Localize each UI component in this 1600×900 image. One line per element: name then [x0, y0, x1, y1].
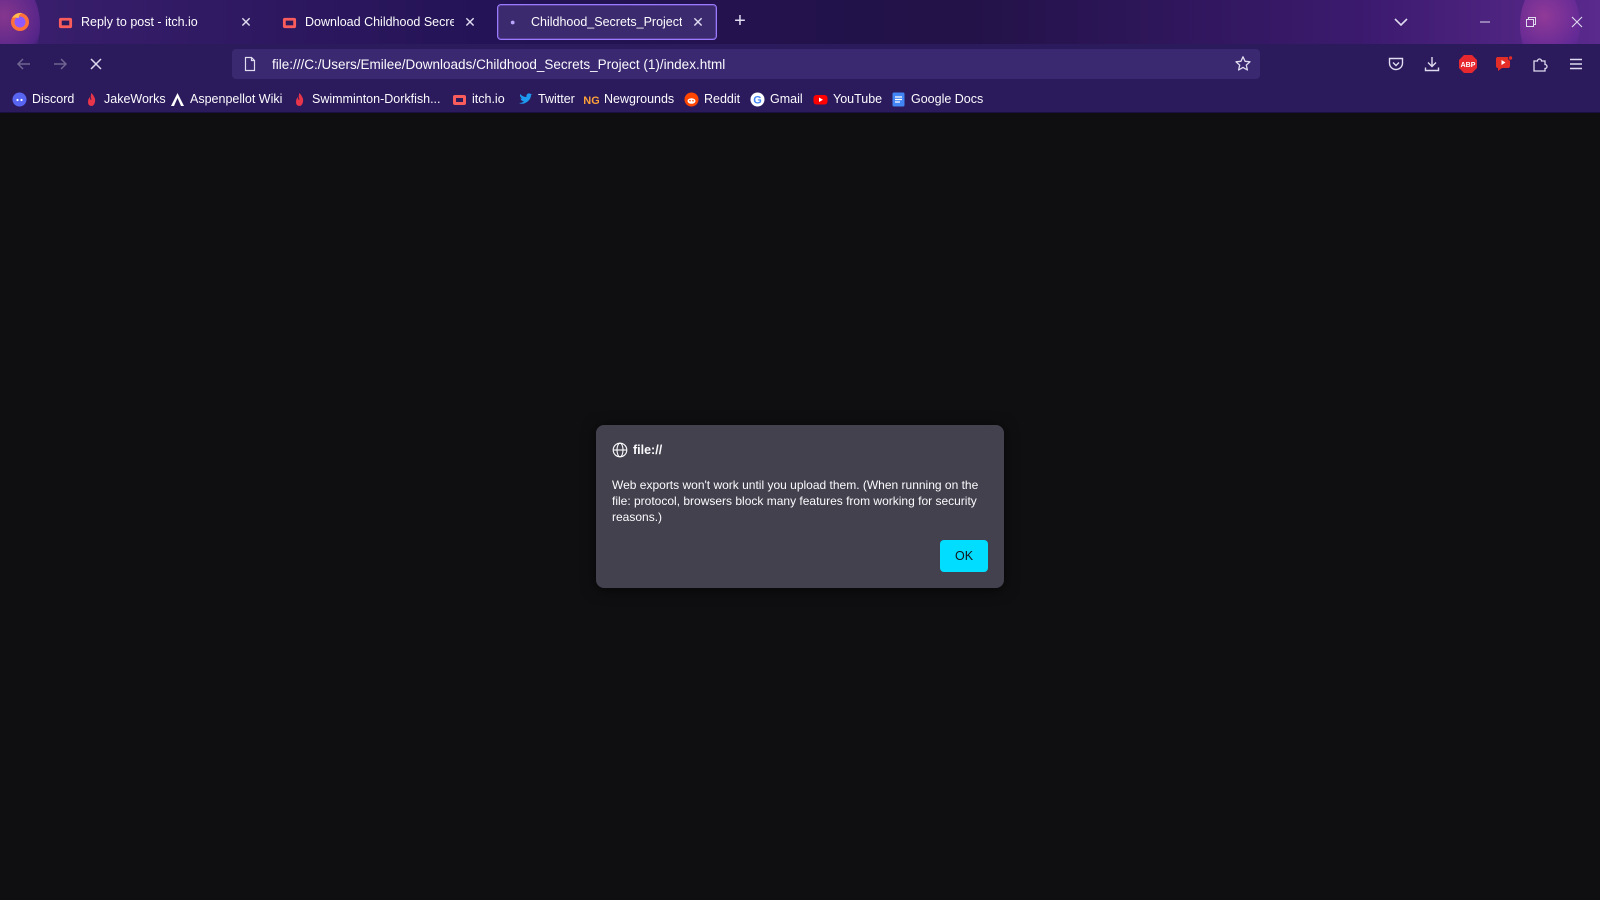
dialog-message: Web exports won't work until you upload … [612, 478, 979, 524]
tab-title: Reply to post - itch.io [81, 15, 198, 29]
tab-childhood-secrets-project[interactable]: Childhood_Secrets_Project ✕ [497, 4, 717, 40]
navigation-toolbar: file:///C:/Users/Emilee/Downloads/Childh… [0, 44, 1600, 84]
forward-arrow-icon [54, 58, 68, 70]
youtube-extension-button[interactable] [1494, 54, 1514, 74]
bookmarks-toolbar: Discord JakeWorks Aspenpellot Wiki Swimm… [0, 84, 1600, 113]
bookmark-label: Aspenpellot Wiki [190, 92, 283, 106]
address-bar[interactable]: file:///C:/Users/Emilee/Downloads/Childh… [232, 49, 1260, 79]
tab-download-childhood-secrets[interactable]: Download Childhood Secrets by ✕ [272, 4, 488, 40]
back-arrow-icon [16, 58, 30, 70]
stop-loading-button[interactable] [84, 52, 108, 76]
dialog-origin: file:// [612, 442, 662, 458]
bookmark-label: Twitter [538, 92, 575, 106]
tab-title: Download Childhood Secrets by [305, 15, 454, 29]
bookmark-label: itch.io [472, 92, 505, 106]
globe-icon [612, 442, 628, 458]
youtube-extension-icon [1496, 55, 1514, 71]
bookmark-label: Newgrounds [604, 92, 675, 106]
bookmark-label: Gmail [770, 92, 803, 106]
minimize-button[interactable] [1462, 0, 1508, 44]
itchio-icon [282, 17, 297, 28]
bookmark-swimminton-dorkfish[interactable]: Swimminton-Dorkfish... [292, 90, 441, 108]
wiki-a-icon [170, 92, 185, 107]
discord-icon [12, 92, 27, 107]
bookmark-discord[interactable]: Discord [12, 90, 74, 108]
flame-icon [292, 92, 307, 107]
close-tab-icon[interactable]: ✕ [238, 14, 254, 30]
twitter-icon [518, 92, 533, 107]
bookmark-aspenpellot-wiki[interactable]: Aspenpellot Wiki [170, 90, 282, 108]
close-tab-icon[interactable]: ✕ [690, 14, 706, 30]
stop-icon [90, 58, 102, 70]
bookmark-google-docs[interactable]: Google Docs [891, 90, 983, 108]
puzzle-icon [1533, 58, 1548, 72]
tab-strip: Reply to post - itch.io ✕ Download Child… [0, 0, 1600, 44]
url-text: file:///C:/Users/Emilee/Downloads/Childh… [272, 56, 726, 72]
bookmark-reddit[interactable]: Reddit [684, 90, 740, 108]
bookmark-star-icon[interactable] [1234, 55, 1252, 73]
flame-icon [84, 92, 99, 107]
chevron-down-icon[interactable] [1392, 13, 1410, 31]
pocket-icon [1388, 57, 1404, 71]
loading-dot-icon [510, 20, 515, 24]
app-menu-button[interactable] [1566, 54, 1586, 74]
itchio-icon [452, 92, 467, 107]
close-tab-icon[interactable]: ✕ [462, 14, 478, 30]
pocket-button[interactable] [1386, 54, 1406, 74]
downloads-button[interactable] [1422, 54, 1442, 74]
tab-title: Childhood_Secrets_Project [531, 15, 682, 29]
svg-text:G: G [753, 94, 762, 106]
adblock-icon: ABP [1459, 55, 1477, 73]
dialog-origin-text: file:// [633, 443, 663, 457]
bookmark-gmail[interactable]: G Gmail [750, 90, 803, 108]
adblock-label: ABP [1461, 62, 1476, 69]
bookmark-label: YouTube [833, 92, 883, 106]
bookmark-label: JakeWorks [104, 92, 166, 106]
google-docs-icon [891, 92, 906, 107]
restore-icon [1526, 17, 1536, 27]
tab-reply-to-post[interactable]: Reply to post - itch.io ✕ [48, 4, 264, 40]
bookmark-newgrounds[interactable]: NG Newgrounds [584, 90, 674, 108]
firefox-icon[interactable] [8, 10, 32, 34]
bookmark-label: Google Docs [911, 92, 984, 106]
svg-text:NG: NG [584, 95, 599, 107]
minimize-icon [1480, 21, 1490, 23]
forward-button[interactable] [48, 52, 72, 76]
bookmark-label: Discord [32, 92, 75, 106]
google-icon: G [750, 92, 765, 107]
newgrounds-icon: NG [584, 92, 599, 107]
download-icon [1424, 57, 1440, 72]
bookmark-jakeworks[interactable]: JakeWorks [84, 90, 166, 108]
itchio-icon [58, 17, 73, 28]
alert-dialog: file:// Web exports won't work until you… [596, 425, 1004, 588]
bookmark-itchio[interactable]: itch.io [452, 90, 505, 108]
close-icon [1571, 16, 1583, 28]
reddit-icon [684, 92, 699, 107]
new-tab-icon[interactable]: + [730, 11, 750, 32]
bookmark-label: Swimminton-Dorkfish... [312, 92, 441, 106]
youtube-icon [813, 92, 828, 107]
restore-button[interactable] [1508, 0, 1554, 44]
bookmark-twitter[interactable]: Twitter [518, 90, 575, 108]
ok-button[interactable]: OK [940, 540, 988, 572]
hamburger-menu-icon [1570, 58, 1582, 70]
close-window-button[interactable] [1554, 0, 1600, 44]
adblock-extension-button[interactable]: ABP [1458, 54, 1478, 74]
back-button[interactable] [12, 52, 36, 76]
bookmark-label: Reddit [704, 92, 741, 106]
page-icon [244, 56, 256, 72]
bookmark-youtube[interactable]: YouTube [813, 90, 882, 108]
extensions-button[interactable] [1530, 54, 1550, 74]
